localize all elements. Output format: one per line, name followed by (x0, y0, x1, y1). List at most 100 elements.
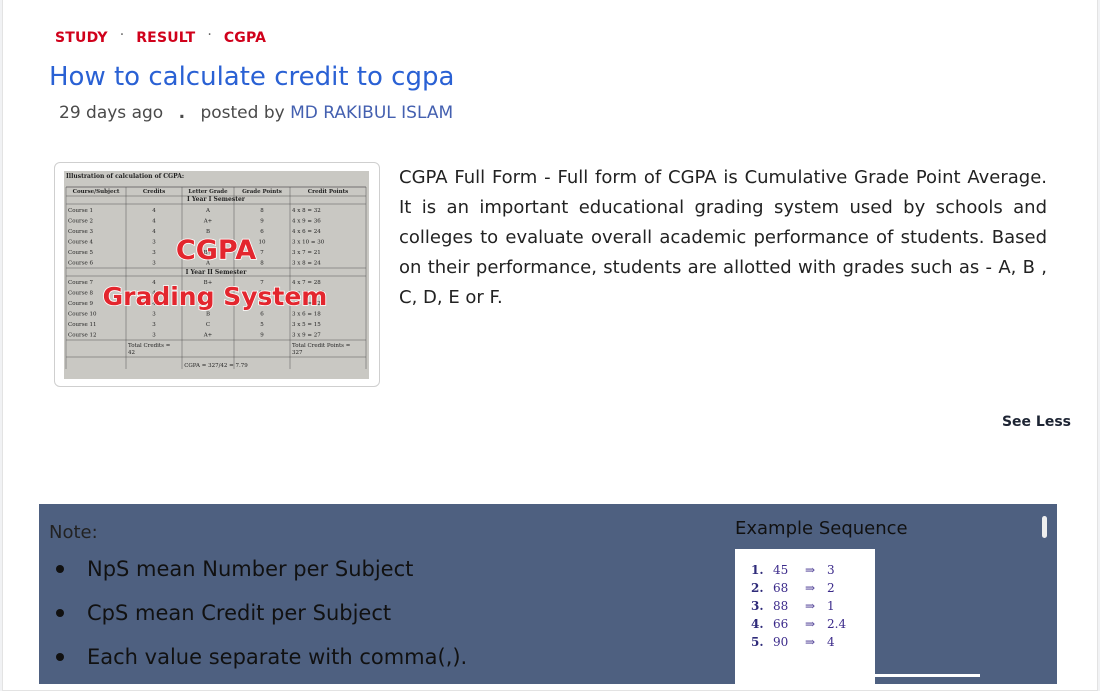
cgpa-table-graphic: Illustration of calculation of CGPA: Cour… (65, 173, 367, 369)
arrow-icon: ⇒ (805, 581, 816, 595)
thumbnail-cell: 6 (260, 229, 264, 235)
thumbnail-cell: A+ (203, 333, 213, 339)
thumbnail-cell: Course 5 (68, 250, 94, 256)
thumbnail-cell: A+ (203, 219, 213, 225)
sequence-value: 66 (773, 617, 789, 631)
thumbnail-total-points: Total Credit Points = (292, 343, 351, 349)
tag-cgpa[interactable]: CGPA (224, 30, 266, 46)
tag-result[interactable]: RESULT (136, 30, 195, 46)
bullet-icon (56, 653, 64, 661)
thumbnail-cell: A (205, 208, 211, 214)
sequence-index: 1. (751, 563, 764, 577)
post-thumbnail[interactable]: Illustration of calculation of CGPA: Cour… (54, 162, 380, 387)
note-item-text: NpS mean Number per Subject (87, 557, 414, 581)
thumbnail-cell: 4 (152, 229, 156, 235)
thumbnail-cell: 10 (259, 240, 266, 246)
sequence-index: 5. (751, 635, 764, 649)
thumbnail-column-header: Course/Subject (73, 189, 120, 195)
post-title[interactable]: How to calculate credit to cgpa (49, 62, 454, 92)
thumbnail-cell: 9 (260, 333, 264, 339)
thumbnail-cell: Course 12 (68, 333, 97, 339)
thumbnail-column-header: Grade Points (242, 189, 282, 195)
meta-separator: . (178, 103, 186, 123)
thumbnail-cell: Course 7 (68, 280, 94, 286)
thumbnail-cell: Course 6 (68, 261, 94, 267)
sequence-value: 68 (773, 581, 789, 595)
thumbnail-total-credits: Total Credits = (128, 343, 171, 349)
thumbnail-cell: Course 1 (68, 208, 93, 214)
thumbnail-cell: 8 (260, 261, 264, 267)
tag-separator: · (119, 27, 125, 43)
thumbnail-cell: 8 (260, 208, 264, 214)
thumbnail-cell: Course 9 (68, 301, 94, 307)
thumbnail-overlay-cgpa: CGPA (176, 235, 256, 266)
example-underline (735, 674, 980, 677)
thumbnail-total-credits-value: 42 (128, 350, 135, 356)
sequence-row: 4. 66 ⇒ 2.4 (751, 617, 846, 631)
sequence-result: 4 (827, 635, 835, 649)
thumbnail-cell: 4 x 8 = 32 (292, 208, 321, 214)
sequence-index: 4. (751, 617, 764, 631)
bullet-icon (56, 609, 64, 617)
thumbnail-cell: 7 (260, 250, 264, 256)
thumbnail-cell: 4 x 9 = 36 (292, 219, 321, 225)
sequence-row: 5. 90 ⇒ 4 (751, 635, 835, 649)
post-time: 29 days ago (59, 103, 164, 123)
thumbnail-cell: Course 8 (68, 291, 94, 297)
tag-study[interactable]: STUDY (55, 30, 108, 46)
sequence-result: 2.4 (827, 617, 847, 631)
see-less-button[interactable]: See Less (1002, 414, 1071, 430)
thumbnail-cell: 6 (260, 312, 264, 318)
note-item-text: CpS mean Credit per Subject (87, 601, 392, 625)
sequence-value: 88 (773, 599, 789, 613)
thumbnail-cell: 3 (152, 250, 156, 256)
thumbnail-cell: C (206, 322, 210, 328)
thumbnail-cell: 3 x 9 = 27 (292, 333, 321, 339)
arrow-icon: ⇒ (805, 599, 816, 613)
thumbnail-cell: 3 x 5 = 15 (292, 322, 321, 328)
thumbnail-cell: 5 (260, 322, 264, 328)
tag-list: STUDY · RESULT · CGPA (55, 27, 266, 46)
sequence-value: 45 (773, 563, 789, 577)
sequence-row: 1. 45 ⇒ 3 (751, 563, 835, 577)
author-link[interactable]: MD RAKIBUL ISLAM (290, 103, 453, 123)
thumbnail-column-header: Credit Points (308, 189, 349, 195)
thumbnail-cell: 9 (260, 219, 264, 225)
note-item: CpS mean Credit per Subject (49, 596, 467, 640)
thumbnail-cell: 3 (152, 240, 156, 246)
thumbnail-cell: 3 (152, 322, 156, 328)
thumbnail-cgpa-line: CGPA = 327/42 = 7.79 (184, 363, 248, 369)
thumbnail-column-header: Letter Grade (188, 189, 228, 195)
thumbnail-semester: I Year I Semester (187, 196, 246, 203)
thumbnail-semester: I Year II Semester (186, 269, 248, 276)
thumbnail-cell: Course 3 (68, 229, 94, 235)
posted-by-label: posted by (200, 103, 285, 123)
thumbnail-cell: 3 x 6 = 18 (292, 312, 321, 318)
note-item: Each value separate with comma(,). (49, 640, 467, 684)
sequence-index: 2. (751, 581, 764, 595)
thumbnail-cell: Course 2 (68, 219, 93, 225)
thumbnail-cell: 4 x 6 = 24 (292, 229, 321, 235)
example-title: Example Sequence (735, 518, 908, 539)
thumbnail-overlay-grading: Grading System (103, 282, 328, 311)
thumbnail-cell: 3 x 7 = 21 (292, 250, 321, 256)
post-meta: 29 days ago . posted by MD RAKIBUL ISLAM (59, 103, 453, 123)
sequence-row: 3. 88 ⇒ 1 (751, 599, 835, 613)
sequence-result: 2 (827, 581, 835, 595)
sequence-value: 90 (773, 635, 789, 649)
sequence-index: 3. (751, 599, 764, 613)
thumbnail-cell: 3 x 8 = 24 (292, 261, 321, 267)
thumbnail-cell: 3 (152, 312, 156, 318)
sequence-row: 2. 68 ⇒ 2 (751, 581, 835, 595)
sequence-result: 1 (827, 599, 835, 613)
note-item-text: Each value separate with comma(,). (87, 645, 468, 669)
scrollbar-thumb[interactable] (1042, 516, 1047, 538)
sequence-result: 3 (827, 563, 835, 577)
note-item: NpS mean Number per Subject (49, 552, 467, 596)
thumbnail-cell: 4 (152, 208, 156, 214)
thumbnail-cell: B (206, 312, 210, 318)
note-panel: Note: NpS mean Number per Subject CpS me… (39, 504, 1057, 689)
thumbnail-cell: Course 10 (68, 312, 97, 318)
arrow-icon: ⇒ (805, 617, 816, 631)
thumbnail-total-points-value: 327 (292, 350, 303, 356)
